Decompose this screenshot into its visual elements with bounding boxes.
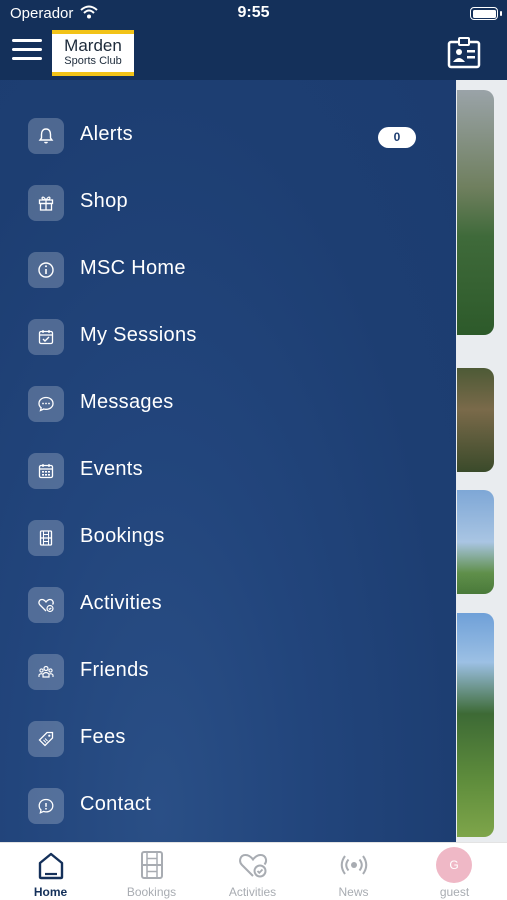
background-photo[interactable] xyxy=(457,368,494,472)
alerts-count-badge: 0 xyxy=(378,127,416,148)
menu-item-label: Shop xyxy=(80,190,128,212)
background-photo[interactable] xyxy=(457,613,494,837)
court-icon xyxy=(141,851,163,879)
battery-tip xyxy=(500,11,502,16)
menu-item-label: Fees xyxy=(80,726,126,748)
logo-subtitle: Sports Club xyxy=(64,55,122,67)
battery-icon xyxy=(470,7,498,20)
menu-item-friends[interactable]: Friends xyxy=(0,642,456,704)
avatar: G xyxy=(436,847,472,883)
menu-item-label: MSC Home xyxy=(80,257,186,279)
menu-item-label: My Sessions xyxy=(80,324,197,346)
info-icon xyxy=(28,252,64,288)
calendar-check-icon xyxy=(28,319,64,355)
tab-guest-profile[interactable]: G guest xyxy=(404,843,505,900)
menu-item-activities[interactable]: Activities xyxy=(0,575,456,637)
gift-icon xyxy=(28,185,64,221)
status-time: 9:55 xyxy=(237,4,270,21)
bell-icon xyxy=(28,118,64,154)
navigation-drawer: Alerts 0 Shop MSC Home My Sessions Messa… xyxy=(0,80,456,842)
tab-label: News xyxy=(338,885,369,899)
chat-bubble-icon xyxy=(28,386,64,422)
broadcast-icon xyxy=(340,855,368,875)
menu-item-my-sessions[interactable]: My Sessions xyxy=(0,307,456,369)
menu-icon[interactable] xyxy=(12,39,42,63)
status-bar: Operador 9:55 xyxy=(0,0,507,28)
menu-item-label: Activities xyxy=(80,592,162,614)
tab-label: Activities xyxy=(228,885,277,899)
court-icon xyxy=(28,520,64,556)
menu-item-label: Friends xyxy=(80,659,149,681)
menu-item-label: Alerts xyxy=(80,123,133,145)
background-photo[interactable] xyxy=(457,490,494,594)
menu-item-messages[interactable]: Messages xyxy=(0,374,456,436)
home-icon xyxy=(38,852,64,880)
bottom-tab-bar: Home Bookings Activities News G guest xyxy=(0,842,507,900)
tab-home[interactable]: Home xyxy=(0,843,101,900)
menu-item-contact[interactable]: Contact xyxy=(0,776,456,838)
tab-label: Bookings xyxy=(126,885,177,899)
tag-icon xyxy=(28,721,64,757)
heart-check-icon xyxy=(28,587,64,623)
menu-item-shop[interactable]: Shop xyxy=(0,173,456,235)
club-logo[interactable]: Marden Sports Club xyxy=(52,30,134,76)
background-photo[interactable] xyxy=(457,90,494,335)
membership-card-icon[interactable] xyxy=(447,37,481,74)
menu-item-label: Bookings xyxy=(80,525,165,547)
tab-news[interactable]: News xyxy=(303,843,404,900)
logo-title: Marden xyxy=(64,36,122,55)
people-icon xyxy=(28,654,64,690)
tab-bookings[interactable]: Bookings xyxy=(101,843,202,900)
menu-item-fees[interactable]: Fees xyxy=(0,709,456,771)
menu-item-label: Messages xyxy=(80,391,174,413)
app-header: Marden Sports Club xyxy=(0,28,507,80)
tab-activities[interactable]: Activities xyxy=(202,843,303,900)
menu-item-label: Contact xyxy=(80,793,152,815)
menu-item-msc-home[interactable]: MSC Home xyxy=(0,240,456,302)
tab-label: Home xyxy=(33,885,68,899)
heart-check-icon xyxy=(239,853,268,878)
background-content xyxy=(456,80,507,842)
info-bubble-icon xyxy=(28,788,64,824)
menu-item-bookings[interactable]: Bookings xyxy=(0,508,456,570)
menu-item-events[interactable]: Events xyxy=(0,441,456,503)
calendar-grid-icon xyxy=(28,453,64,489)
tab-label: guest xyxy=(439,885,470,899)
menu-item-alerts[interactable]: Alerts 0 xyxy=(0,106,456,168)
menu-item-label: Events xyxy=(80,458,143,480)
